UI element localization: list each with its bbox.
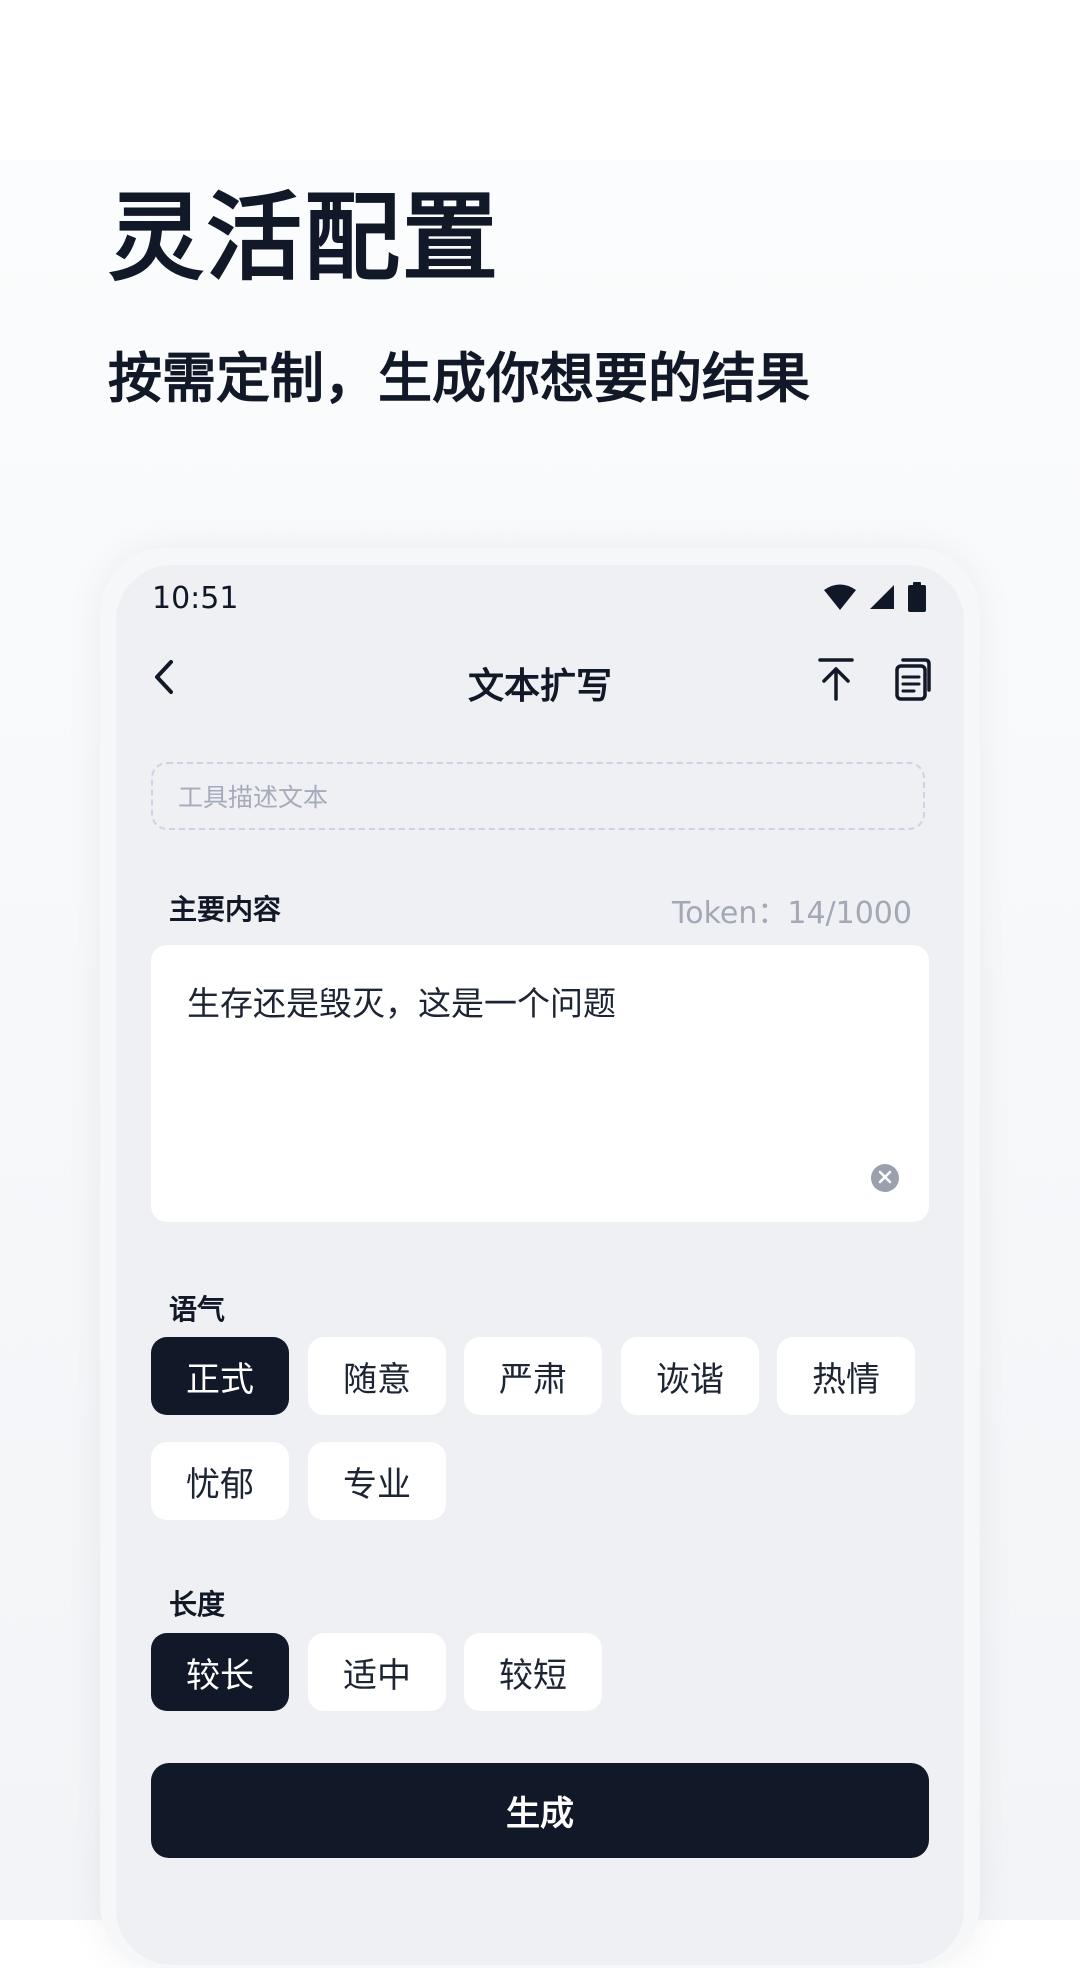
share-upload-icon	[816, 657, 856, 705]
battery-icon	[906, 582, 928, 616]
status-icons	[822, 582, 928, 616]
length-option-medium[interactable]: 适中	[308, 1633, 446, 1711]
tone-option-casual[interactable]: 随意	[308, 1337, 446, 1415]
token-count: Token：14/1000	[672, 896, 912, 931]
length-option-short[interactable]: 较短	[464, 1633, 602, 1711]
tone-option-enthusiastic[interactable]: 热情	[777, 1337, 915, 1415]
clear-button[interactable]	[871, 1164, 899, 1192]
copy-document-icon	[892, 657, 932, 705]
generate-button[interactable]: 生成	[151, 1763, 929, 1858]
close-icon	[878, 1169, 892, 1188]
share-upload-button[interactable]	[810, 655, 862, 707]
cellular-signal-icon	[868, 583, 896, 615]
length-option-long[interactable]: 较长	[151, 1633, 289, 1711]
tone-option-serious[interactable]: 严肃	[464, 1337, 602, 1415]
tone-option-melancholy[interactable]: 忧郁	[151, 1442, 289, 1520]
main-content-text: 生存还是毁灭，这是一个问题	[187, 984, 616, 1023]
phone-screen: 10:51 文本扩写 工具描述文本 主要内容 Token：14/1000 生存还…	[116, 565, 964, 1965]
length-label: 长度	[169, 1588, 226, 1621]
wifi-icon	[822, 583, 858, 615]
status-time: 10:51	[152, 581, 239, 616]
hero-subtitle: 按需定制，生成你想要的结果	[108, 347, 810, 410]
main-content-input[interactable]: 生存还是毁灭，这是一个问题	[151, 945, 929, 1222]
tone-label: 语气	[169, 1293, 226, 1326]
tone-option-professional[interactable]: 专业	[308, 1442, 446, 1520]
tone-option-formal[interactable]: 正式	[151, 1337, 289, 1415]
copy-button[interactable]	[886, 655, 938, 707]
hero-title: 灵活配置	[108, 182, 500, 294]
tone-option-humorous[interactable]: 诙谐	[621, 1337, 759, 1415]
tool-description-field[interactable]: 工具描述文本	[151, 762, 925, 830]
main-content-label: 主要内容	[169, 893, 282, 926]
